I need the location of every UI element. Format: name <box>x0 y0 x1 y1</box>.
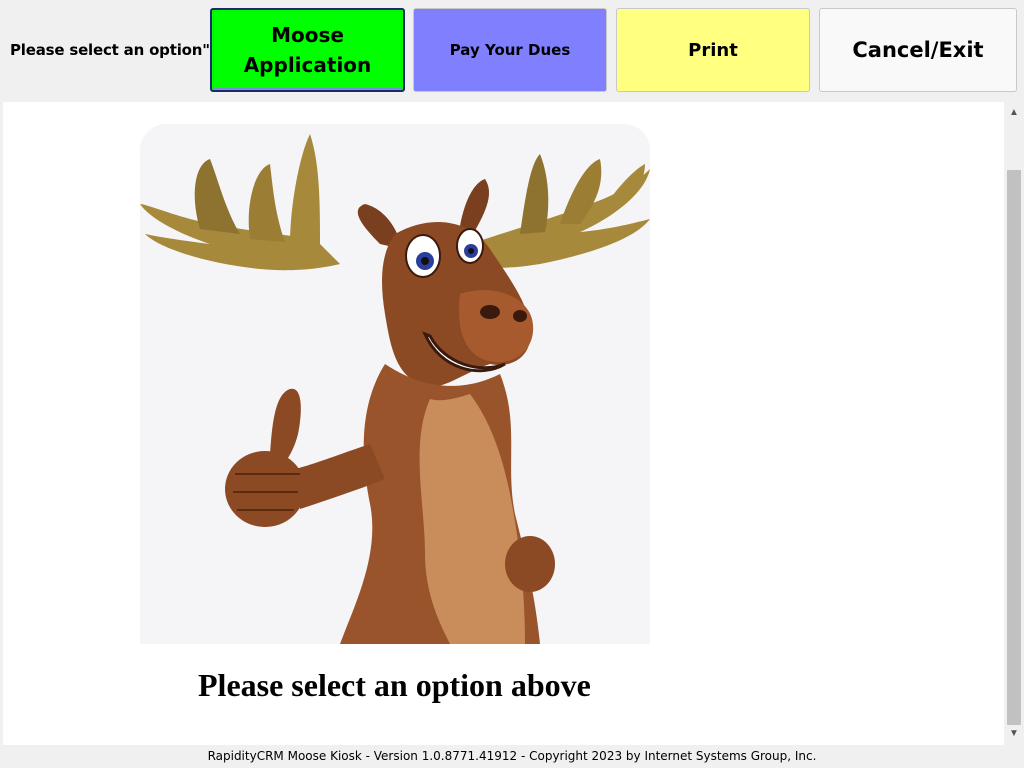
scroll-thumb[interactable] <box>1007 170 1021 725</box>
pay-your-dues-button[interactable]: Pay Your Dues <box>413 8 607 92</box>
print-button[interactable]: Print <box>616 8 810 92</box>
cancel-exit-label: Cancel/Exit <box>852 38 984 62</box>
moose-application-label-line1: Moose <box>271 23 344 47</box>
select-option-prompt: Please select an option" <box>10 41 210 59</box>
toolbar: Please select an option" Moose Applicati… <box>0 0 1024 102</box>
moose-mascot-image <box>140 124 650 644</box>
moose-application-label-line2: Application <box>243 53 372 77</box>
scroll-up-arrow-icon[interactable]: ▲ <box>1004 104 1024 122</box>
footer-version-text: RapidityCRM Moose Kiosk - Version 1.0.87… <box>0 745 1024 768</box>
vertical-scrollbar[interactable]: ▲ ▼ <box>1004 102 1024 745</box>
scroll-down-arrow-icon[interactable]: ▼ <box>1004 725 1024 743</box>
moose-application-button[interactable]: Moose Application <box>210 8 405 92</box>
content-panel: Please select an option above <box>3 102 1004 745</box>
select-option-caption: Please select an option above <box>198 667 591 703</box>
moose-mascot-icon <box>140 134 650 644</box>
pay-your-dues-label: Pay Your Dues <box>449 41 571 59</box>
print-label: Print <box>688 39 738 61</box>
cancel-exit-button[interactable]: Cancel/Exit <box>819 8 1017 92</box>
